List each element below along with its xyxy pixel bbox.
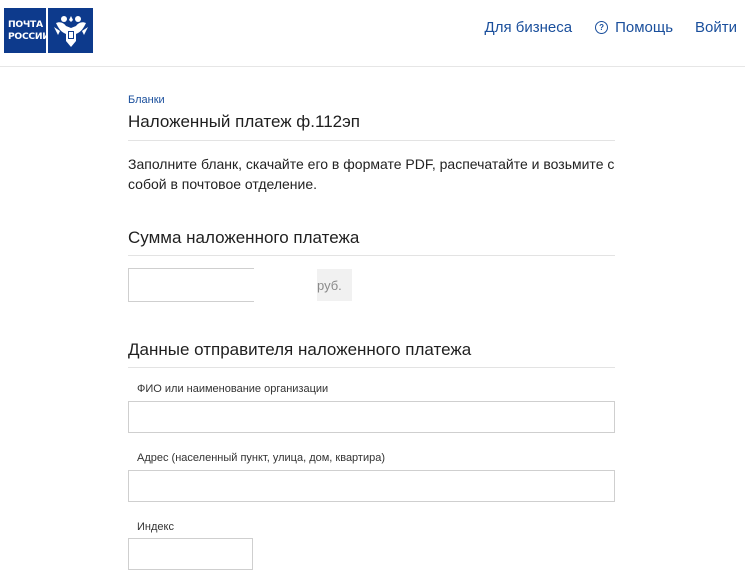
- top-nav: Для бизнеса ? Помощь Войти: [485, 19, 737, 36]
- breadcrumb[interactable]: Бланки: [128, 94, 615, 106]
- nav-login-link[interactable]: Войти: [695, 19, 737, 36]
- nav-business-link[interactable]: Для бизнеса: [485, 19, 573, 36]
- sender-name-input[interactable]: [128, 401, 615, 433]
- nav-help-label: Помощь: [615, 19, 674, 36]
- sender-address-input[interactable]: [128, 470, 615, 502]
- amount-section-title: Сумма наложенного платежа: [128, 228, 615, 256]
- amount-input[interactable]: [129, 269, 317, 301]
- sender-address-label: Адрес (населенный пункт, улица, дом, ква…: [137, 452, 386, 464]
- form-content: Бланки Наложенный платеж ф.112эп Заполни…: [128, 94, 615, 570]
- question-circle-icon: ?: [595, 21, 609, 34]
- logo-wordmark: ПОЧТА РОССИИ: [4, 8, 50, 53]
- logo-line-2: РОССИИ: [8, 30, 50, 42]
- nav-help-link[interactable]: ? Помощь: [595, 19, 673, 36]
- intro-text: Заполните бланк, скачайте его в формате …: [128, 156, 615, 192]
- sender-index-input[interactable]: [128, 538, 253, 570]
- sender-name-label: ФИО или наименование организации: [137, 383, 329, 395]
- double-headed-eagle-icon: [48, 8, 93, 53]
- sender-section-title: Данные отправителя наложенного платежа: [128, 340, 615, 368]
- page-title: Наложенный платеж ф.112эп: [128, 112, 615, 141]
- sender-index-label: Индекс: [137, 521, 174, 533]
- site-header: ПОЧТА РОССИИ Для бизнеса ? Помощь Войти: [0, 0, 745, 67]
- amount-unit: руб.: [317, 269, 352, 301]
- logo-line-1: ПОЧТА: [8, 18, 43, 30]
- pochta-logo[interactable]: ПОЧТА РОССИИ: [4, 8, 93, 53]
- amount-field: руб.: [128, 268, 352, 302]
